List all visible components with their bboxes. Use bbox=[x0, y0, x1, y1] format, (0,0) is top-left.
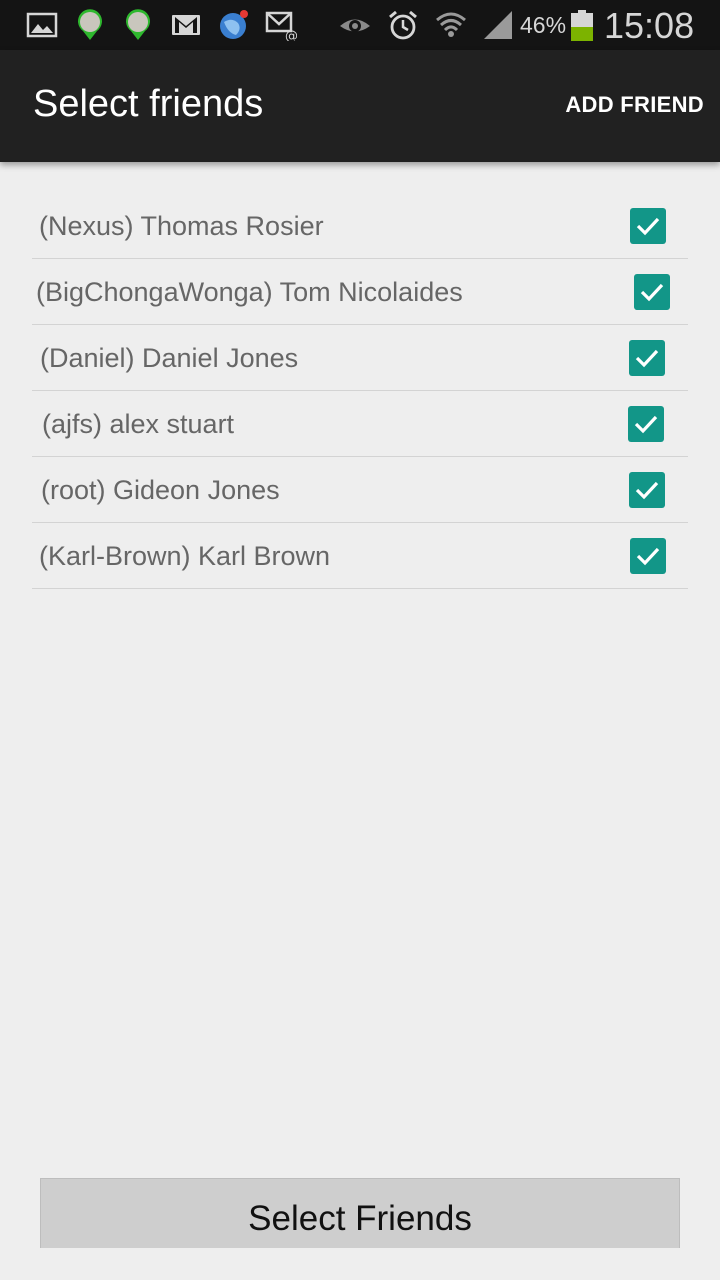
friend-checkbox[interactable] bbox=[629, 472, 665, 508]
friend-name: (ajfs) alex stuart bbox=[42, 409, 235, 439]
maps-icon bbox=[126, 9, 150, 40]
checkmark-icon bbox=[635, 349, 659, 368]
wifi-icon bbox=[436, 12, 466, 37]
checkmark-icon bbox=[635, 481, 659, 500]
add-friend-button[interactable]: ADD FRIEND bbox=[565, 92, 704, 118]
friend-row[interactable]: (Nexus) Thomas Rosier bbox=[32, 193, 688, 259]
friend-row[interactable]: (Karl-Brown) Karl Brown bbox=[32, 523, 688, 589]
friend-name: (root) Gideon Jones bbox=[41, 475, 280, 505]
friend-checkbox[interactable] bbox=[628, 406, 664, 442]
friend-name: (Daniel) Daniel Jones bbox=[40, 343, 299, 373]
signal-icon bbox=[484, 11, 512, 39]
checkmark-icon bbox=[634, 415, 658, 434]
status-bar: @ 46% 15:08 bbox=[0, 0, 720, 50]
status-time: 15:08 bbox=[604, 5, 695, 46]
gmail-icon bbox=[172, 15, 200, 35]
action-bar: Select friends ADD FRIEND bbox=[0, 50, 720, 162]
eye-icon bbox=[340, 19, 370, 32]
friend-name: (Nexus) Thomas Rosier bbox=[39, 211, 324, 241]
friend-row[interactable]: (BigChongaWonga) Tom Nicolaides bbox=[32, 259, 688, 325]
maps-icon bbox=[78, 9, 102, 40]
alarm-icon bbox=[389, 10, 417, 40]
battery-percent: 46% bbox=[520, 12, 567, 38]
friend-checkbox[interactable] bbox=[630, 538, 666, 574]
friend-row[interactable]: (ajfs) alex stuart bbox=[32, 391, 688, 457]
svg-text:@: @ bbox=[285, 29, 297, 41]
page-title: Select friends bbox=[33, 83, 264, 125]
checkmark-icon bbox=[636, 547, 660, 566]
friend-checkbox[interactable] bbox=[629, 340, 665, 376]
email-icon: @ bbox=[265, 11, 297, 41]
friend-checkbox[interactable] bbox=[634, 274, 670, 310]
browser-icon bbox=[220, 10, 248, 39]
friend-checkbox[interactable] bbox=[630, 208, 666, 244]
select-friends-label: Select Friends bbox=[248, 1199, 472, 1238]
battery-icon bbox=[571, 10, 593, 41]
friend-name: (Karl-Brown) Karl Brown bbox=[39, 541, 331, 571]
friend-row[interactable]: (Daniel) Daniel Jones bbox=[32, 325, 688, 391]
gallery-icon bbox=[26, 12, 58, 38]
checkmark-icon bbox=[640, 283, 664, 302]
friend-list: (Nexus) Thomas Rosier (BigChongaWonga) T… bbox=[32, 193, 688, 589]
friend-name: (BigChongaWonga) Tom Nicolaides bbox=[36, 277, 463, 307]
select-friends-button[interactable]: Select Friends bbox=[40, 1178, 680, 1248]
checkmark-icon bbox=[636, 217, 660, 236]
friend-row[interactable]: (root) Gideon Jones bbox=[32, 457, 688, 523]
